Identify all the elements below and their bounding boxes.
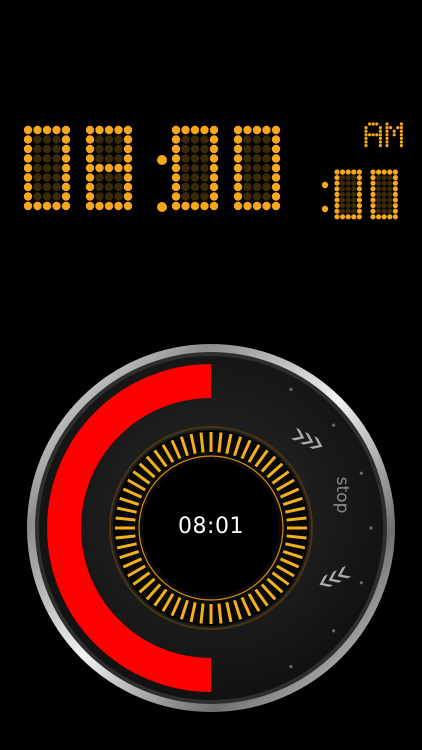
marker-dot (289, 387, 293, 392)
tick-mark (199, 432, 205, 453)
tick-mark (286, 534, 307, 540)
tick-mark (217, 603, 223, 624)
stop-button[interactable]: stop (327, 465, 357, 525)
marker-dot (369, 526, 373, 530)
tick-mark (115, 516, 136, 522)
tick-mark (199, 603, 205, 624)
tick-mark (217, 432, 223, 453)
marker-dot (289, 664, 293, 669)
timer-dial (27, 344, 395, 712)
marker-dot (359, 581, 363, 585)
marker-dot (331, 629, 336, 633)
timer-readout: 08:01 (178, 514, 244, 539)
tick-mark (286, 516, 307, 522)
marker-dot (331, 423, 336, 427)
tick-mark (115, 534, 136, 540)
marker-dot (359, 471, 363, 475)
